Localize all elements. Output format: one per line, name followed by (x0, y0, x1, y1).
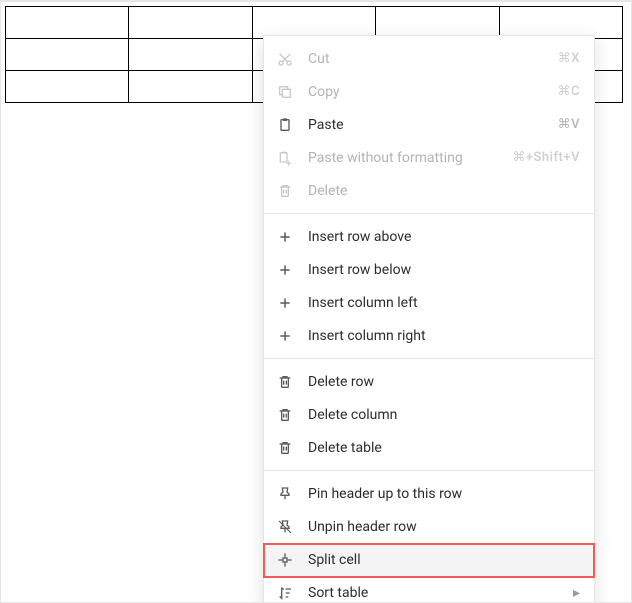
menu-item-label: Unpin header row (308, 519, 580, 535)
plus-icon (276, 294, 294, 312)
menu-item-label: Insert row below (308, 262, 580, 278)
menu-item-label: Delete table (308, 440, 580, 456)
unpin-icon (276, 518, 294, 536)
menu-item-label: Split cell (308, 552, 580, 568)
menu-item-cut: Cut⌘X (264, 42, 594, 75)
trash-icon (276, 406, 294, 424)
menu-separator (264, 470, 594, 471)
menu-item-copy: Copy⌘C (264, 75, 594, 108)
split-icon (276, 551, 294, 569)
menu-item-del-table[interactable]: Delete table (264, 431, 594, 464)
menu-item-label: Delete column (308, 407, 580, 423)
menu-item-label: Insert row above (308, 229, 580, 245)
copy-icon (276, 83, 294, 101)
trash-icon (276, 373, 294, 391)
menu-item-label: Paste without formatting (308, 150, 512, 166)
menu-item-unpin-header[interactable]: Unpin header row (264, 510, 594, 543)
menu-item-ins-col-left[interactable]: Insert column left (264, 286, 594, 319)
menu-item-shortcut: ⌘+Shift+V (512, 150, 580, 165)
menu-item-label: Copy (308, 84, 558, 100)
menu-item-del-row[interactable]: Delete row (264, 365, 594, 398)
menu-item-split-cell[interactable]: Split cell (264, 543, 594, 576)
document-canvas: Cut⌘XCopy⌘CPaste⌘VPaste without formatti… (0, 0, 632, 603)
trash-icon (276, 182, 294, 200)
menu-separator (264, 358, 594, 359)
paste-plain-icon (276, 149, 294, 167)
menu-item-label: Sort table (308, 585, 573, 601)
menu-item-pin-header[interactable]: Pin header up to this row (264, 477, 594, 510)
plus-icon (276, 228, 294, 246)
menu-item-label: Cut (308, 51, 558, 67)
context-menu: Cut⌘XCopy⌘CPaste⌘VPaste without formatti… (263, 35, 595, 603)
menu-item-label: Paste (308, 117, 558, 133)
sort-icon (276, 584, 294, 602)
menu-item-sort-table[interactable]: Sort table▸ (264, 576, 594, 603)
paste-icon (276, 116, 294, 134)
menu-item-ins-row-above[interactable]: Insert row above (264, 220, 594, 253)
menu-separator (264, 213, 594, 214)
pin-icon (276, 485, 294, 503)
menu-item-del-col[interactable]: Delete column (264, 398, 594, 431)
plus-icon (276, 261, 294, 279)
menu-item-label: Delete (308, 183, 580, 199)
menu-item-label: Delete row (308, 374, 580, 390)
menu-item-label: Pin header up to this row (308, 486, 580, 502)
menu-item-paste[interactable]: Paste⌘V (264, 108, 594, 141)
trash-icon (276, 439, 294, 457)
menu-item-shortcut: ⌘X (558, 51, 580, 66)
menu-item-paste-plain: Paste without formatting⌘+Shift+V (264, 141, 594, 174)
submenu-arrow-icon: ▸ (573, 585, 580, 601)
menu-item-shortcut: ⌘C (558, 84, 581, 99)
menu-item-label: Insert column right (308, 328, 580, 344)
menu-item-label: Insert column left (308, 295, 580, 311)
cut-icon (276, 50, 294, 68)
menu-item-ins-col-right[interactable]: Insert column right (264, 319, 594, 352)
menu-item-shortcut: ⌘V (558, 117, 580, 132)
menu-item-ins-row-below[interactable]: Insert row below (264, 253, 594, 286)
plus-icon (276, 327, 294, 345)
menu-item-delete: Delete (264, 174, 594, 207)
